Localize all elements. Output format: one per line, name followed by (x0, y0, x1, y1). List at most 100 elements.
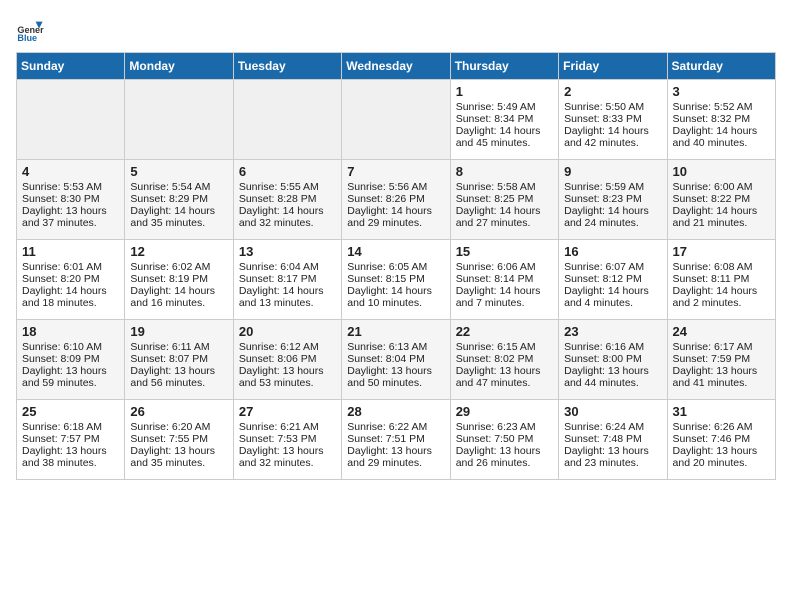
day-cell: 5Sunrise: 5:54 AMSunset: 8:29 PMDaylight… (125, 160, 233, 240)
day-cell (233, 80, 341, 160)
day-number: 19 (130, 324, 227, 339)
day-number: 25 (22, 404, 119, 419)
day-number: 28 (347, 404, 444, 419)
day-cell: 29 Sunrise: 6:23 AMSunset: 7:50 PMDayligh… (450, 400, 558, 480)
day-info: Sunrise: 6:11 AMSunset: 8:07 PMDaylight:… (130, 341, 227, 389)
day-header-thursday: Thursday (450, 53, 558, 80)
day-cell: 12Sunrise: 6:02 AMSunset: 8:19 PMDayligh… (125, 240, 233, 320)
days-header-row: SundayMondayTuesdayWednesdayThursdayFrid… (17, 53, 776, 80)
day-cell: 23 Sunrise: 6:16 AMSunset: 8:00 PMDayligh… (559, 320, 667, 400)
logo: General Blue (16, 16, 48, 44)
day-number: 20 (239, 324, 336, 339)
day-info: Sunrise: 6:00 AMSunset: 8:22 PMDaylight:… (673, 181, 770, 229)
day-cell: 8 Sunrise: 5:58 AMSunset: 8:25 PMDaylight… (450, 160, 558, 240)
day-info: Sunrise: 5:56 AMSunset: 8:26 PMDaylight:… (347, 181, 444, 229)
day-number: 21 (347, 324, 444, 339)
day-info: Sunrise: 6:22 AMSunset: 7:51 PMDaylight:… (347, 421, 444, 469)
day-number: 18 (22, 324, 119, 339)
day-cell: 3Sunrise: 5:52 AMSunset: 8:32 PMDaylight… (667, 80, 775, 160)
day-cell (17, 80, 125, 160)
svg-text:Blue: Blue (17, 33, 37, 43)
day-info: Sunrise: 6:21 AMSunset: 7:53 PMDaylight:… (239, 421, 336, 469)
day-header-wednesday: Wednesday (342, 53, 450, 80)
day-info: Sunrise: 6:13 AMSunset: 8:04 PMDaylight:… (347, 341, 444, 389)
day-cell: 4 Sunrise: 5:53 AMSunset: 8:30 PMDaylight… (17, 160, 125, 240)
day-cell (125, 80, 233, 160)
day-info: Sunrise: 6:23 AMSunset: 7:50 PMDaylight:… (456, 421, 553, 469)
day-cell: 6 Sunrise: 5:55 AMSunset: 8:28 PMDaylight… (233, 160, 341, 240)
day-number: 6 (239, 164, 336, 179)
day-info: Sunrise: 6:18 AMSunset: 7:57 PMDaylight:… (22, 421, 119, 469)
day-info: Sunrise: 6:16 AMSunset: 8:00 PMDaylight:… (564, 341, 661, 389)
day-cell: 18Sunrise: 6:10 AMSunset: 8:09 PMDayligh… (17, 320, 125, 400)
day-number: 27 (239, 404, 336, 419)
day-info: Sunrise: 6:12 AMSunset: 8:06 PMDaylight:… (239, 341, 336, 389)
day-number: 9 (564, 164, 661, 179)
day-number: 15 (456, 244, 553, 259)
day-header-tuesday: Tuesday (233, 53, 341, 80)
week-row-2: 4 Sunrise: 5:53 AMSunset: 8:30 PMDaylight… (17, 160, 776, 240)
day-number: 4 (22, 164, 119, 179)
day-info: Sunrise: 6:02 AMSunset: 8:19 PMDaylight:… (130, 261, 227, 309)
day-number: 22 (456, 324, 553, 339)
day-info: Sunrise: 6:17 AMSunset: 7:59 PMDaylight:… (673, 341, 770, 389)
day-cell: 7 Sunrise: 5:56 AMSunset: 8:26 PMDaylight… (342, 160, 450, 240)
day-cell: 30 Sunrise: 6:24 AMSunset: 7:48 PMDayligh… (559, 400, 667, 480)
day-header-saturday: Saturday (667, 53, 775, 80)
day-info: Sunrise: 5:53 AMSunset: 8:30 PMDaylight:… (22, 181, 119, 229)
day-cell: 20 Sunrise: 6:12 AMSunset: 8:06 PMDayligh… (233, 320, 341, 400)
day-cell (342, 80, 450, 160)
day-info: Sunrise: 6:15 AMSunset: 8:02 PMDaylight:… (456, 341, 553, 389)
day-cell: 13 Sunrise: 6:04 AMSunset: 8:17 PMDayligh… (233, 240, 341, 320)
day-number: 30 (564, 404, 661, 419)
day-number: 10 (673, 164, 770, 179)
day-info: Sunrise: 6:08 AMSunset: 8:11 PMDaylight:… (673, 261, 770, 309)
day-number: 13 (239, 244, 336, 259)
day-info: Sunrise: 5:49 AMSunset: 8:34 PMDaylight:… (456, 101, 553, 149)
day-cell: 2Sunrise: 5:50 AMSunset: 8:33 PMDaylight… (559, 80, 667, 160)
day-header-monday: Monday (125, 53, 233, 80)
day-info: Sunrise: 5:58 AMSunset: 8:25 PMDaylight:… (456, 181, 553, 229)
day-number: 8 (456, 164, 553, 179)
logo-icon: General Blue (16, 16, 44, 44)
day-info: Sunrise: 6:24 AMSunset: 7:48 PMDaylight:… (564, 421, 661, 469)
day-info: Sunrise: 5:55 AMSunset: 8:28 PMDaylight:… (239, 181, 336, 229)
day-cell: 10 Sunrise: 6:00 AMSunset: 8:22 PMDayligh… (667, 160, 775, 240)
day-number: 16 (564, 244, 661, 259)
day-number: 24 (673, 324, 770, 339)
day-info: Sunrise: 6:06 AMSunset: 8:14 PMDaylight:… (456, 261, 553, 309)
week-row-5: 25 Sunrise: 6:18 AMSunset: 7:57 PMDayligh… (17, 400, 776, 480)
week-row-4: 18Sunrise: 6:10 AMSunset: 8:09 PMDayligh… (17, 320, 776, 400)
day-cell: 22 Sunrise: 6:15 AMSunset: 8:02 PMDayligh… (450, 320, 558, 400)
day-cell: 15 Sunrise: 6:06 AMSunset: 8:14 PMDayligh… (450, 240, 558, 320)
day-cell: 16Sunrise: 6:07 AMSunset: 8:12 PMDayligh… (559, 240, 667, 320)
day-number: 14 (347, 244, 444, 259)
day-cell: 11 Sunrise: 6:01 AMSunset: 8:20 PMDayligh… (17, 240, 125, 320)
day-info: Sunrise: 6:01 AMSunset: 8:20 PMDaylight:… (22, 261, 119, 309)
day-header-friday: Friday (559, 53, 667, 80)
day-cell: 21 Sunrise: 6:13 AMSunset: 8:04 PMDayligh… (342, 320, 450, 400)
day-cell: 14 Sunrise: 6:05 AMSunset: 8:15 PMDayligh… (342, 240, 450, 320)
day-info: Sunrise: 6:26 AMSunset: 7:46 PMDaylight:… (673, 421, 770, 469)
day-cell: 31Sunrise: 6:26 AMSunset: 7:46 PMDayligh… (667, 400, 775, 480)
day-cell: 17 Sunrise: 6:08 AMSunset: 8:11 PMDayligh… (667, 240, 775, 320)
day-cell: 28 Sunrise: 6:22 AMSunset: 7:51 PMDayligh… (342, 400, 450, 480)
day-number: 3 (673, 84, 770, 99)
day-cell: 25 Sunrise: 6:18 AMSunset: 7:57 PMDayligh… (17, 400, 125, 480)
week-row-3: 11 Sunrise: 6:01 AMSunset: 8:20 PMDayligh… (17, 240, 776, 320)
day-number: 17 (673, 244, 770, 259)
day-cell: 27 Sunrise: 6:21 AMSunset: 7:53 PMDayligh… (233, 400, 341, 480)
day-cell: 26Sunrise: 6:20 AMSunset: 7:55 PMDayligh… (125, 400, 233, 480)
day-cell: 19 Sunrise: 6:11 AMSunset: 8:07 PMDayligh… (125, 320, 233, 400)
day-number: 23 (564, 324, 661, 339)
header: General Blue (16, 16, 776, 44)
day-cell: 24 Sunrise: 6:17 AMSunset: 7:59 PMDayligh… (667, 320, 775, 400)
day-cell: 9Sunrise: 5:59 AMSunset: 8:23 PMDaylight… (559, 160, 667, 240)
day-info: Sunrise: 6:04 AMSunset: 8:17 PMDaylight:… (239, 261, 336, 309)
day-number: 11 (22, 244, 119, 259)
day-number: 7 (347, 164, 444, 179)
day-info: Sunrise: 6:05 AMSunset: 8:15 PMDaylight:… (347, 261, 444, 309)
day-number: 29 (456, 404, 553, 419)
day-info: Sunrise: 6:20 AMSunset: 7:55 PMDaylight:… (130, 421, 227, 469)
day-header-sunday: Sunday (17, 53, 125, 80)
